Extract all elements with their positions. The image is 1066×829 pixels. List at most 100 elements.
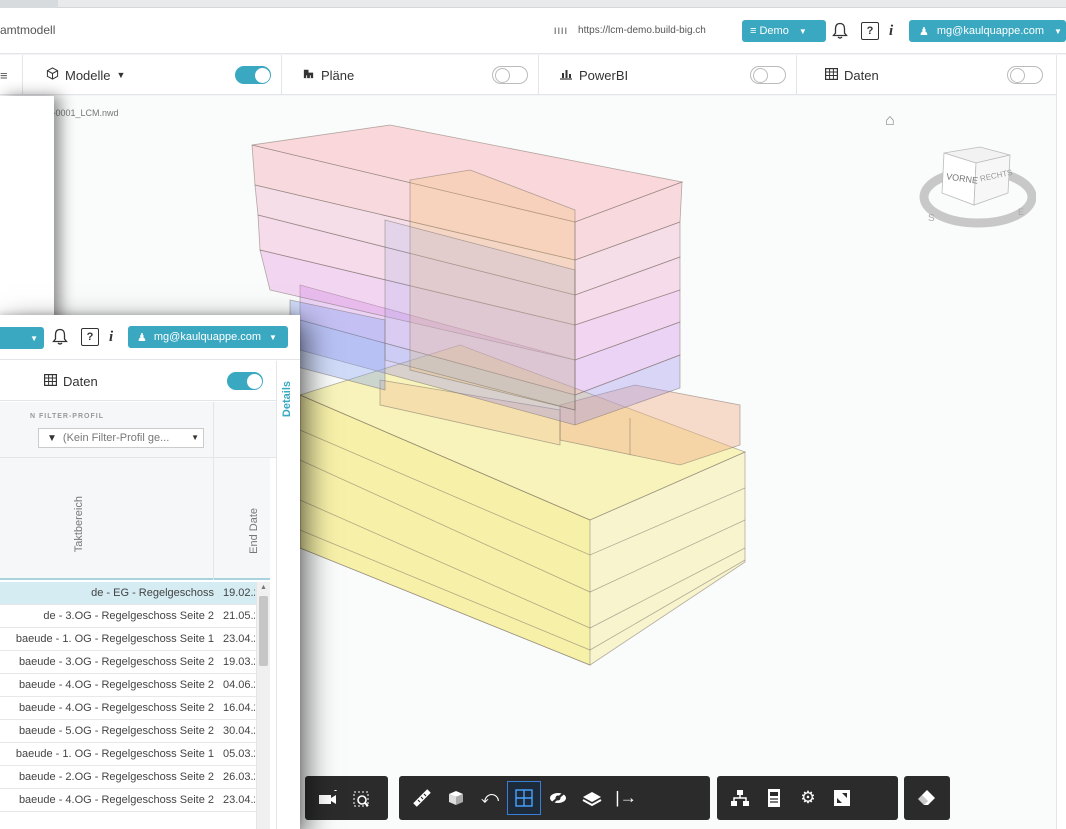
- daten-panel-window: ▼ ? i ♟ mg@kaulquappe.com ▼ Daten Details: [0, 315, 300, 829]
- cell-taktbereich: baeude - 2.OG - Regelgeschoss Seite 2: [18, 771, 214, 783]
- panel-tab-daten[interactable]: Daten: [0, 361, 276, 401]
- column-header-taktbereich[interactable]: Taktbereich: [73, 496, 85, 552]
- panel-top-bar: ▼ ? i ♟ mg@kaulquappe.com ▼: [0, 315, 300, 360]
- section-plane-icon[interactable]: [507, 781, 541, 815]
- info-icon[interactable]: i: [109, 327, 113, 347]
- panel-tab-daten-title[interactable]: Daten: [44, 361, 98, 401]
- table-row[interactable]: baeude - 4.OG - Regelgeschoss Seite 2 04.…: [0, 674, 256, 697]
- app-title: amtmodell: [0, 23, 56, 37]
- cell-taktbereich: baeude - 3.OG - Regelgeschoss Seite 2: [18, 656, 214, 668]
- table-row[interactable]: baeude - 3.OG - Regelgeschoss Seite 2 19.…: [0, 651, 256, 674]
- cell-taktbereich: baeude - 4.OG - Regelgeschoss Seite 2: [18, 702, 214, 714]
- model-tree-icon[interactable]: [723, 781, 757, 815]
- top-bar: amtmodell IIII https://lcm-demo.build-bi…: [0, 8, 1066, 54]
- table-row[interactable]: baeude - 5.OG - Regelgeschoss Seite 2 30.…: [0, 720, 256, 743]
- tab-modelle[interactable]: Modelle ▼: [46, 55, 125, 95]
- bell-icon[interactable]: [832, 21, 848, 41]
- filter-profile-value: (Kein Filter-Profil ge...: [62, 432, 170, 444]
- filter-area: N FILTER-PROFIL ▼ (Kein Filter-Profil ge…: [0, 402, 276, 458]
- cell-taktbereich: de - 3.OG - Regelgeschoss Seite 2: [43, 610, 214, 622]
- cell-end-date: 16.04.2: [223, 702, 255, 714]
- modelle-toggle[interactable]: [235, 66, 271, 84]
- table-icon: [825, 67, 839, 83]
- cell-end-date: 05.03.2: [223, 748, 255, 760]
- right-side-panel: [1056, 55, 1066, 829]
- connection-indicator: IIII: [554, 25, 569, 36]
- cell-taktbereich: baeude - 4.OG - Regelgeschoss Seite 2: [18, 679, 214, 691]
- table-row[interactable]: baeude - 2.OG - Regelgeschoss Seite 2 26.…: [0, 766, 256, 789]
- plan-icon: [302, 67, 315, 83]
- scrollbar-thumb[interactable]: [259, 596, 268, 666]
- tab-powerbi-label: PowerBI: [579, 67, 629, 83]
- hamburger-icon[interactable]: ≡: [0, 55, 8, 95]
- table-row[interactable]: baeude - 1. OG - Regelgeschoss Seite 1 05…: [0, 743, 256, 766]
- project-button[interactable]: ≡ Demo ▼: [742, 20, 826, 42]
- walk-icon[interactable]: |→: [609, 781, 643, 815]
- daten-toggle[interactable]: [1007, 66, 1043, 84]
- fullscreen-icon[interactable]: [825, 781, 859, 815]
- section-box-icon[interactable]: [439, 781, 473, 815]
- details-sidebar[interactable]: Details: [276, 361, 300, 829]
- cell-end-date: 23.04.2: [223, 794, 255, 806]
- camera-icon[interactable]: [311, 781, 345, 815]
- cube-icon: [46, 67, 59, 83]
- cell-taktbereich: baeude - 1. OG - Regelgeschoss Seite 1: [15, 748, 214, 760]
- info-icon[interactable]: i: [889, 21, 893, 41]
- panel-user-email: mg@kaulquappe.com: [153, 331, 262, 343]
- table-row[interactable]: de - EG - Regelgeschoss 19.02.2: [0, 582, 256, 605]
- table-row[interactable]: baeude - 1. OG - Regelgeschoss Seite 1 23…: [0, 628, 256, 651]
- table-row[interactable]: baeude - 4.OG - Regelgeschoss Seite 2 23.…: [0, 789, 256, 812]
- zoom-window-icon[interactable]: [345, 781, 379, 815]
- panel-user-menu-button[interactable]: ♟ mg@kaulquappe.com ▼: [128, 326, 288, 348]
- server-url[interactable]: https://lcm-demo.build-big.ch: [578, 25, 706, 36]
- project-button-label: ≡ Demo: [750, 25, 789, 37]
- filter-profile-select[interactable]: ▼ (Kein Filter-Profil ge... ▼: [38, 428, 204, 448]
- eraser-icon[interactable]: [910, 781, 944, 815]
- table-row[interactable]: de - 3.OG - Regelgeschoss Seite 2 21.05.2: [0, 605, 256, 628]
- plaene-toggle[interactable]: [492, 66, 528, 84]
- column-header-end-date[interactable]: End Date: [248, 508, 260, 554]
- table-scrollbar[interactable]: ▲: [256, 582, 270, 829]
- view-cube[interactable]: S E VORNE RECHTS: [918, 135, 1036, 235]
- background-window-strip: [0, 0, 1066, 8]
- tab-powerbi[interactable]: PowerBI: [559, 55, 628, 95]
- module-tabs: ≡ Modelle ▼ Pläne PowerBI Daten: [0, 55, 1066, 95]
- layers-icon[interactable]: [575, 781, 609, 815]
- tab-daten[interactable]: Daten: [825, 55, 879, 95]
- cell-taktbereich: baeude - 1. OG - Regelgeschoss Seite 1: [15, 633, 214, 645]
- home-icon[interactable]: ⌂: [885, 112, 895, 130]
- hide-icon[interactable]: [541, 781, 575, 815]
- properties-icon[interactable]: [757, 781, 791, 815]
- user-icon: ♟: [919, 25, 929, 38]
- help-icon[interactable]: ?: [861, 21, 879, 41]
- filter-icon: ▼: [47, 432, 57, 444]
- measure-icon[interactable]: [405, 781, 439, 815]
- undo-arrow-icon[interactable]: ⤺: [473, 781, 507, 815]
- bell-icon[interactable]: [52, 327, 68, 347]
- chevron-down-icon: ▼: [116, 70, 126, 80]
- cell-end-date: 23.04.2: [223, 633, 255, 645]
- user-menu-button[interactable]: ♟ mg@kaulquappe.com ▼: [909, 20, 1066, 42]
- cell-end-date: 21.05.2: [223, 610, 255, 622]
- url-area: IIII https://lcm-demo.build-big.ch: [554, 25, 706, 36]
- table-row[interactable]: baeude - 4.OG - Regelgeschoss Seite 2 16.…: [0, 697, 256, 720]
- cell-end-date: 04.06.2: [223, 679, 255, 691]
- cell-taktbereich: baeude - 5.OG - Regelgeschoss Seite 2: [18, 725, 214, 737]
- tab-modelle-label: Modelle: [65, 67, 111, 83]
- project-button-partial[interactable]: ▼: [0, 327, 44, 349]
- settings-icon[interactable]: ⚙: [791, 781, 825, 815]
- panel-daten-toggle[interactable]: [227, 372, 263, 390]
- scroll-up-icon[interactable]: ▲: [260, 584, 267, 591]
- tab-plaene[interactable]: Pläne: [302, 55, 354, 95]
- user-icon: ♟: [137, 331, 147, 344]
- chevron-down-icon: ▼: [191, 433, 199, 442]
- toolbar-group-camera: [305, 776, 388, 820]
- details-label: Details: [281, 381, 293, 418]
- table-header: Taktbereich End Date: [0, 458, 270, 580]
- compass-e: E: [1018, 207, 1024, 217]
- powerbi-toggle[interactable]: [750, 66, 786, 84]
- compass-s: S: [928, 213, 935, 224]
- data-table-body: de - EG - Regelgeschoss 19.02.2 de - 3.OG …: [0, 582, 256, 812]
- help-icon[interactable]: ?: [81, 327, 99, 347]
- tab-daten-label: Daten: [844, 67, 879, 83]
